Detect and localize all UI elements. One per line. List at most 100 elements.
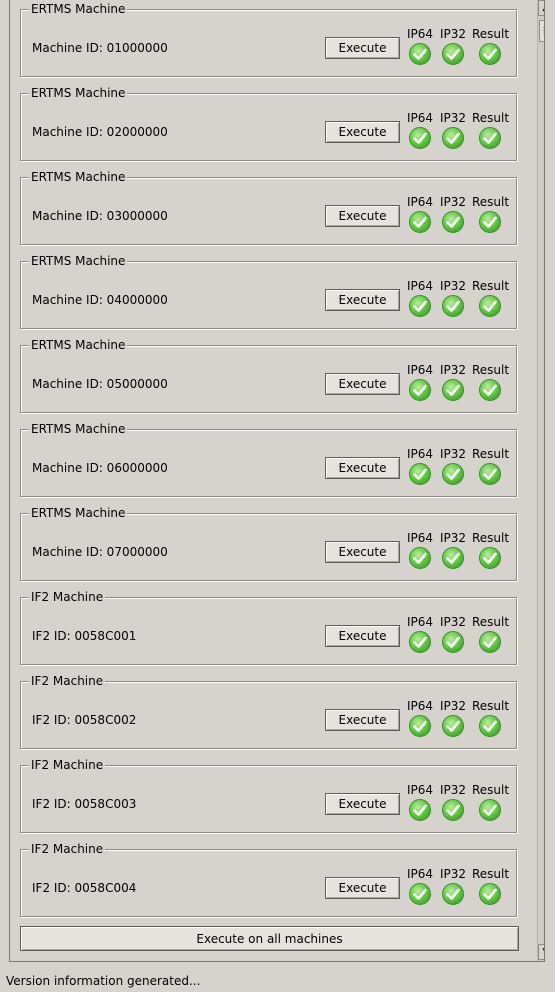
execute-button[interactable]: Execute (325, 205, 400, 227)
machine-id-label: IF2 ID: 0058C001 (32, 629, 137, 643)
arrow-up-icon[interactable]: ▲ (538, 0, 544, 16)
status-ip32: IP32 (438, 279, 468, 317)
status-ip64: IP64 (405, 447, 435, 485)
machine-id-label: Machine ID: 02000000 (32, 125, 168, 139)
execute-all-button[interactable]: Execute on all machines (20, 926, 519, 951)
check-circle-icon (409, 715, 431, 737)
status-ip64-label: IP64 (406, 195, 434, 209)
status-ip32-label: IP32 (439, 447, 467, 461)
status-result-label: Result (472, 279, 510, 293)
machine-id-label: Machine ID: 01000000 (32, 41, 168, 55)
check-circle-icon (442, 379, 464, 401)
check-circle-icon (409, 43, 431, 65)
check-circle-icon (442, 799, 464, 821)
execute-button[interactable]: Execute (325, 457, 400, 479)
status-ip32-label: IP32 (439, 531, 467, 545)
machine-group-title: ERTMS Machine (29, 254, 128, 268)
check-circle-icon (409, 127, 431, 149)
status-result-label: Result (472, 447, 510, 461)
status-ip64-label: IP64 (406, 447, 434, 461)
status-result: Result (472, 279, 510, 317)
status-result: Result (472, 27, 509, 65)
machine-group-title: ERTMS Machine (29, 506, 128, 520)
status-ip64: IP64 (405, 531, 435, 569)
status-ip32: IP32 (438, 615, 468, 653)
status-result-label: Result (472, 195, 510, 209)
status-ip64-label: IP64 (406, 867, 434, 881)
status-ip32-label: IP32 (439, 363, 467, 377)
scrollbar-thumb[interactable] (539, 20, 544, 42)
status-ip32-label: IP32 (439, 783, 467, 797)
status-ip64: IP64 (405, 783, 435, 821)
status-result-label: Result (472, 783, 510, 797)
status-ip64: IP64 (405, 699, 435, 737)
machine-group-title: ERTMS Machine (29, 422, 128, 436)
check-circle-icon (442, 547, 464, 569)
machine-group: IF2 Machine IF2 ID: 0058C001 Execute IP64 IP… (20, 590, 517, 665)
machine-group: IF2 Machine IF2 ID: 0058C004 Execute IP64 IP… (20, 842, 517, 917)
vertical-scrollbar[interactable]: ▲ ▼ (537, 0, 544, 961)
status-ip32: IP32 (438, 531, 468, 569)
execute-button[interactable]: Execute (325, 121, 400, 143)
machines-scroll-area[interactable]: ERTMS Machine Machine ID: 01000000 Execute… (9, 0, 545, 962)
machine-id-label: Machine ID: 04000000 (32, 293, 168, 307)
machine-id-label: IF2 ID: 0058C002 (32, 713, 137, 727)
status-ip32: IP32 (438, 363, 468, 401)
machine-group: ERTMS Machine Machine ID: 04000000 Execute… (20, 254, 517, 329)
machine-group-title: IF2 Machine (29, 758, 106, 772)
status-result: Result (472, 363, 509, 401)
machine-group-title: IF2 Machine (29, 590, 106, 604)
machine-group-title: IF2 Machine (29, 674, 106, 688)
execute-button[interactable]: Execute (325, 373, 400, 395)
status-result: Result (472, 783, 510, 821)
check-circle-icon (409, 295, 431, 317)
check-circle-icon (479, 799, 501, 821)
status-ip64-label: IP64 (406, 531, 434, 545)
execute-button[interactable]: Execute (325, 625, 400, 647)
machine-group-title: IF2 Machine (29, 842, 106, 856)
status-result-label: Result (472, 867, 510, 881)
machine-group-title: ERTMS Machine (29, 86, 128, 100)
check-circle-icon (442, 211, 464, 233)
status-ip32: IP32 (438, 447, 468, 485)
check-circle-icon (442, 631, 464, 653)
status-result: Result (472, 615, 509, 653)
check-circle-icon (479, 43, 501, 65)
machine-group: ERTMS Machine Machine ID: 02000000 Execute… (20, 86, 517, 161)
check-circle-icon (442, 883, 464, 905)
check-circle-icon (442, 43, 464, 65)
check-circle-icon (479, 547, 501, 569)
machine-id-label: IF2 ID: 0058C004 (32, 881, 137, 895)
machine-id-label: Machine ID: 05000000 (32, 377, 168, 391)
status-ip64-label: IP64 (406, 27, 434, 41)
machine-group-title: ERTMS Machine (29, 2, 128, 16)
machine-id-label: IF2 ID: 0058C003 (32, 797, 137, 811)
check-circle-icon (479, 127, 501, 149)
arrow-down-icon[interactable]: ▼ (538, 944, 544, 960)
check-circle-icon (479, 883, 501, 905)
status-ip64-label: IP64 (406, 363, 434, 377)
check-circle-icon (409, 799, 431, 821)
status-ip64: IP64 (405, 615, 435, 653)
execute-button[interactable]: Execute (325, 877, 400, 899)
execute-button[interactable]: Execute (325, 37, 400, 59)
machine-group: ERTMS Machine Machine ID: 06000000 Execute… (20, 422, 517, 497)
execute-button[interactable]: Execute (325, 793, 400, 815)
status-ip32-label: IP32 (439, 699, 467, 713)
check-circle-icon (409, 463, 431, 485)
check-circle-icon (442, 127, 464, 149)
status-ip32: IP32 (438, 195, 468, 233)
check-circle-icon (442, 295, 464, 317)
check-circle-icon (479, 463, 501, 485)
check-circle-icon (409, 211, 431, 233)
status-ip32-label: IP32 (439, 195, 467, 209)
execute-button[interactable]: Execute (325, 289, 400, 311)
machine-id-label: Machine ID: 03000000 (32, 209, 168, 223)
machine-group: ERTMS Machine Machine ID: 05000000 Execute… (20, 338, 517, 413)
execute-button[interactable]: Execute (325, 541, 400, 563)
status-result-label: Result (472, 699, 510, 713)
status-result-label: Result (472, 111, 510, 125)
execute-button[interactable]: Execute (325, 709, 400, 731)
status-result: Result (472, 447, 510, 485)
machine-id-label: Machine ID: 06000000 (32, 461, 168, 475)
